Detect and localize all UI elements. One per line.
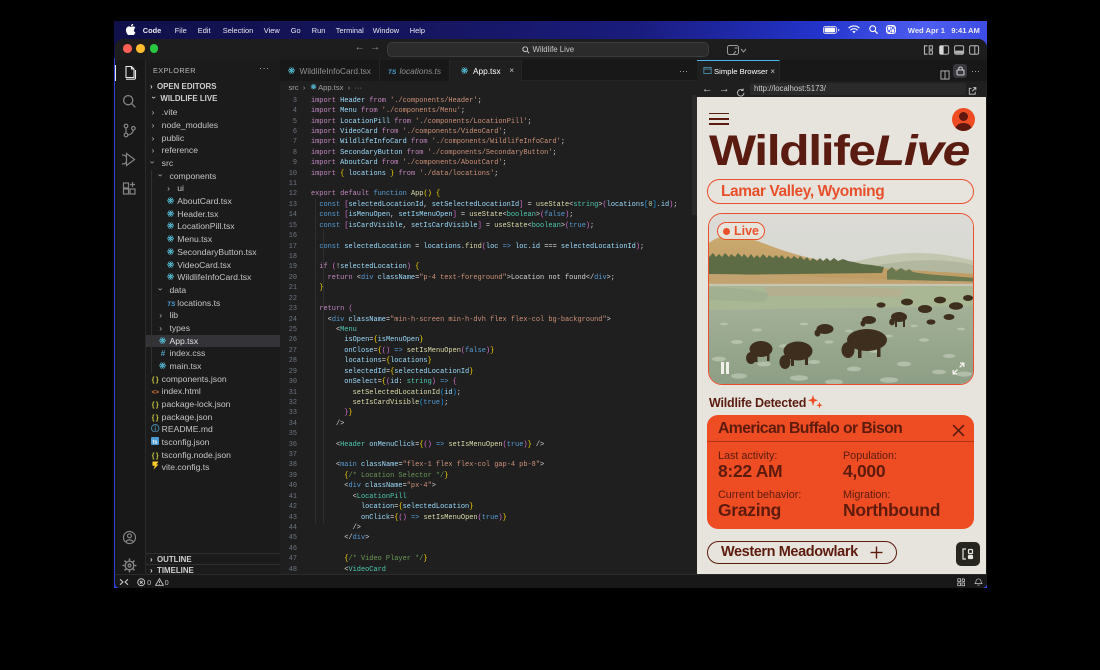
svg-text:ts: ts (153, 439, 158, 445)
